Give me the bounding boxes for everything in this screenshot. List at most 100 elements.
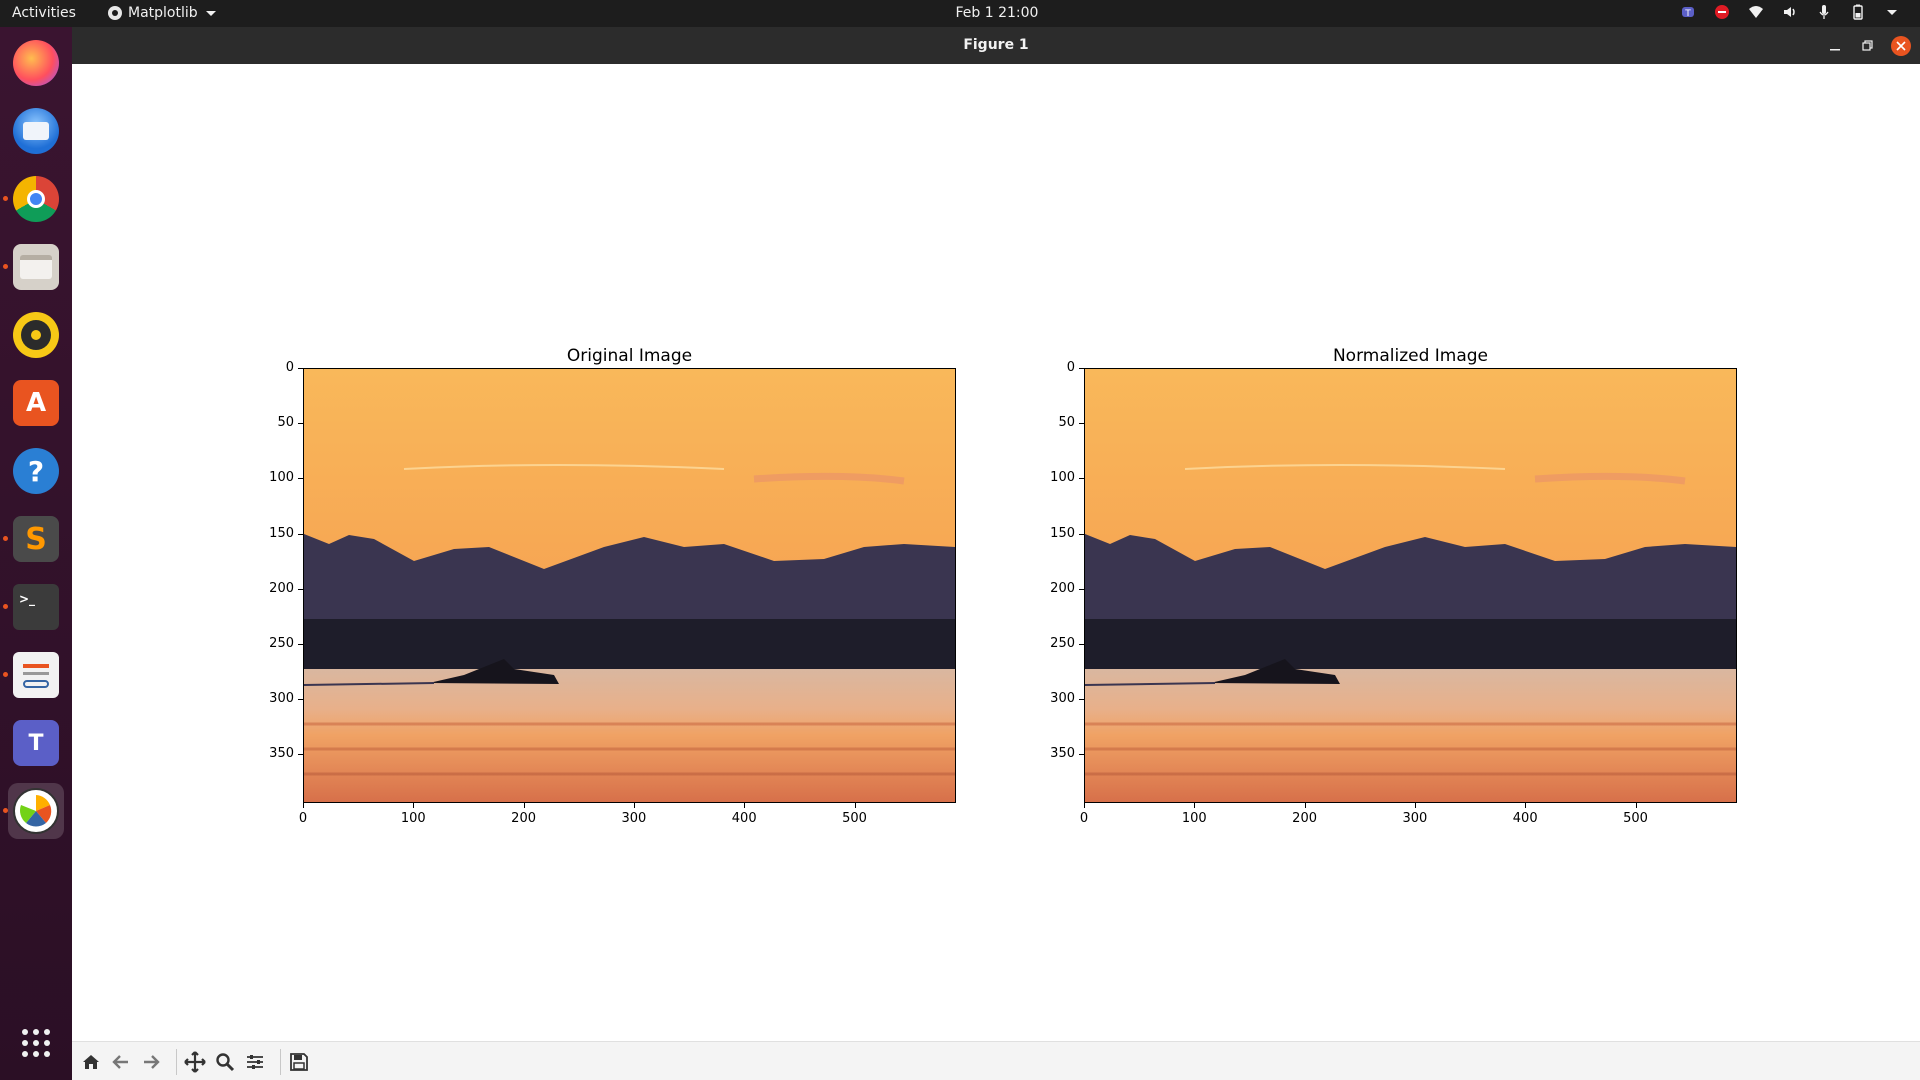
- x-tick-label: 100: [1181, 811, 1207, 826]
- y-tick-label: 150: [1050, 525, 1075, 541]
- normalized-image: [1084, 368, 1737, 803]
- y-tick-mark: [298, 644, 303, 645]
- x-tick-label: 300: [1402, 811, 1428, 826]
- x-tick-label: 0: [298, 811, 308, 826]
- dock-terminal[interactable]: >_: [8, 579, 64, 635]
- microphone-icon[interactable]: [1816, 4, 1832, 20]
- y-tick-label: 100: [269, 470, 294, 486]
- dock-firefox[interactable]: [8, 35, 64, 91]
- y-tick-mark: [1079, 644, 1084, 645]
- teams-tray-icon[interactable]: T: [1680, 4, 1696, 20]
- y-tick-mark: [1079, 588, 1084, 590]
- y-tick-mark: [298, 754, 303, 756]
- teams-icon: T: [13, 720, 59, 766]
- x-tick-mark: [854, 803, 856, 808]
- x-tick-label: 400: [1512, 811, 1538, 826]
- pan-button[interactable]: [182, 1049, 208, 1075]
- y-tick-label: 150: [269, 525, 294, 541]
- forward-arrow-icon: [144, 1055, 160, 1069]
- rhythmbox-icon: [13, 312, 59, 358]
- thunderbird-icon: [13, 108, 59, 154]
- x-tick-label: 400: [731, 811, 757, 826]
- firefox-icon: [13, 40, 59, 86]
- wifi-icon[interactable]: [1748, 4, 1764, 20]
- dock-sublime-text[interactable]: S: [8, 511, 64, 567]
- dock-document-viewer[interactable]: [8, 647, 64, 703]
- svg-text:T: T: [1684, 9, 1691, 19]
- x-tick-label: 0: [1079, 811, 1089, 826]
- dock-help[interactable]: ?: [8, 443, 64, 499]
- y-tick-mark: [1079, 368, 1084, 369]
- x-tick-mark: [1194, 803, 1196, 808]
- home-button[interactable]: [78, 1049, 104, 1075]
- x-tick-mark: [1304, 803, 1306, 808]
- toolbar-separator: [176, 1049, 177, 1075]
- system-tray[interactable]: T: [1680, 4, 1900, 20]
- dock-teams[interactable]: T: [8, 715, 64, 771]
- x-tick-mark: [744, 803, 746, 808]
- zoom-icon: [216, 1053, 235, 1072]
- x-tick-mark: [1084, 803, 1085, 808]
- files-icon: [13, 244, 59, 290]
- title-bar[interactable]: Figure 1: [72, 27, 1920, 64]
- x-tick-mark: [1635, 803, 1637, 808]
- toolbar-separator: [280, 1049, 281, 1075]
- y-tick-label: 250: [269, 636, 294, 651]
- restore-icon: [1862, 40, 1873, 51]
- dock-files[interactable]: [8, 239, 64, 295]
- y-tick-label: 350: [269, 746, 294, 762]
- maximize-button[interactable]: [1858, 36, 1878, 56]
- help-icon: ?: [13, 448, 59, 494]
- dock-app-center[interactable]: A: [8, 375, 64, 431]
- show-applications-button[interactable]: [8, 1015, 64, 1071]
- zoom-button[interactable]: [212, 1049, 238, 1075]
- minimize-button[interactable]: [1825, 36, 1845, 56]
- apps-grid-icon: [22, 1029, 50, 1057]
- y-tick-label: 200: [1050, 580, 1075, 596]
- save-button[interactable]: [286, 1049, 312, 1075]
- figure-window: Figure 1 Original Image Normalized Image…: [72, 27, 1920, 1080]
- forward-button[interactable]: [138, 1049, 164, 1075]
- x-tick-label: 500: [842, 811, 867, 826]
- y-tick-label: 200: [269, 580, 294, 596]
- configure-subplots-button[interactable]: [242, 1049, 268, 1075]
- sublime-text-icon: S: [13, 516, 59, 562]
- dock-matplotlib[interactable]: [8, 783, 64, 839]
- y-tick-label: 100: [1050, 470, 1075, 486]
- battery-icon[interactable]: [1850, 4, 1866, 20]
- dock-chrome[interactable]: [8, 171, 64, 227]
- figure-canvas[interactable]: Original Image Normalized Image 0 100 20…: [72, 64, 1920, 1041]
- close-icon: [1896, 41, 1906, 51]
- x-tick-mark: [1414, 803, 1416, 808]
- back-button[interactable]: [108, 1049, 134, 1075]
- dock-thunderbird[interactable]: [8, 103, 64, 159]
- dock-rhythmbox[interactable]: [8, 307, 64, 363]
- y-tick-mark: [1079, 478, 1084, 480]
- minimize-icon: [1830, 49, 1840, 51]
- subplot-title-normalized: Normalized Image: [1332, 346, 1489, 366]
- do-not-disturb-icon[interactable]: [1714, 4, 1730, 20]
- y-tick-label: 300: [269, 691, 294, 707]
- x-tick-label: 500: [1623, 811, 1648, 826]
- x-tick-label: 200: [1292, 811, 1317, 826]
- close-button[interactable]: [1891, 36, 1911, 56]
- y-tick-mark: [1079, 699, 1084, 701]
- volume-icon[interactable]: [1782, 4, 1798, 20]
- document-viewer-icon: [13, 652, 59, 698]
- y-tick-mark: [1079, 533, 1084, 535]
- y-tick-mark: [298, 423, 303, 425]
- system-menu-chevron-icon[interactable]: [1884, 4, 1900, 20]
- subplot-title-original: Original Image: [566, 346, 693, 366]
- x-tick-mark: [1525, 803, 1527, 808]
- y-tick-mark: [1079, 754, 1084, 756]
- y-tick-label: 300: [1050, 691, 1075, 707]
- x-tick-mark: [633, 803, 635, 808]
- original-image: [303, 368, 956, 803]
- navigation-toolbar: [72, 1041, 1920, 1080]
- home-icon: [83, 1055, 99, 1069]
- clock[interactable]: Feb 1 21:00: [0, 5, 1920, 21]
- y-tick-label: 0: [1066, 360, 1075, 375]
- y-tick-mark: [298, 699, 303, 701]
- x-tick-mark: [523, 803, 525, 808]
- dock: A ? S >_ T: [0, 27, 72, 1080]
